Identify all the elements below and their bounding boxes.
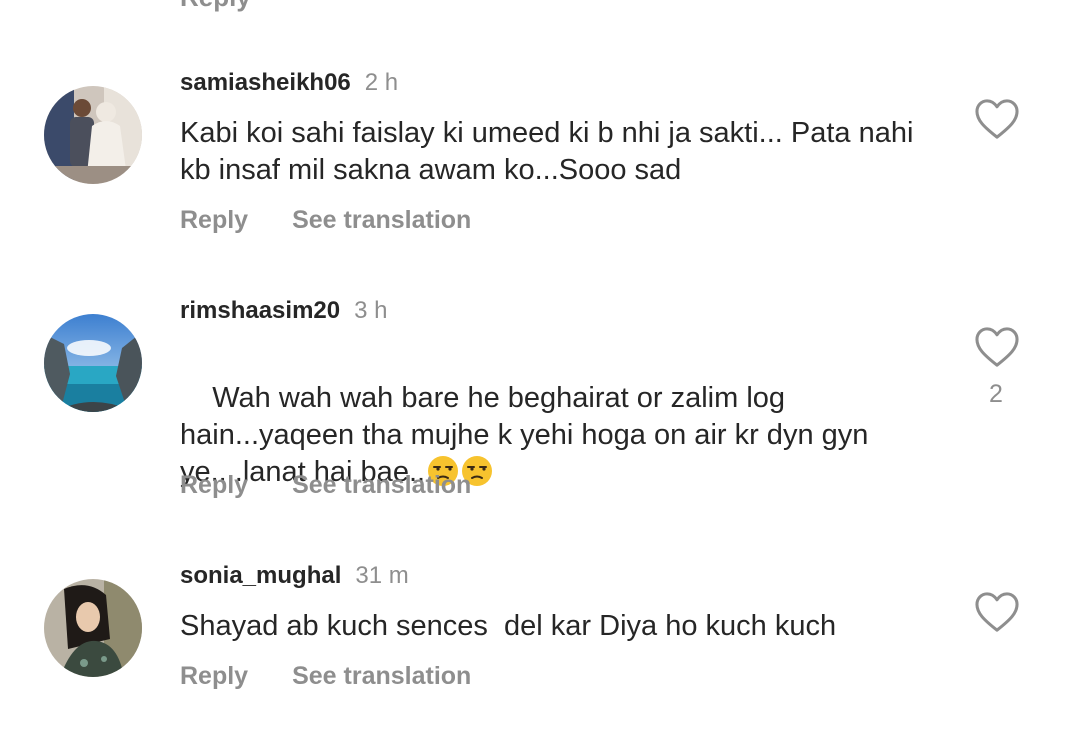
comment-header: sonia_mughal 31 m	[180, 560, 409, 592]
comment-header: samiasheikh06 2 h	[180, 67, 398, 99]
comment-text: Kabi koi sahi faislay ki umeed ki b nhi …	[180, 117, 922, 186]
reply-button[interactable]: Reply	[180, 662, 248, 690]
reply-button[interactable]: Reply	[180, 471, 248, 499]
comment-header: rimshaasim20 3 h	[180, 295, 387, 327]
avatar[interactable]	[44, 86, 142, 184]
previous-reply-button[interactable]: Reply	[180, 0, 251, 13]
avatar[interactable]	[44, 579, 142, 677]
comment-text: Shayad ab kuch sences del kar Diya ho ku…	[180, 610, 837, 642]
see-translation-button[interactable]: See translation	[292, 471, 471, 499]
reply-button[interactable]: Reply	[180, 206, 248, 234]
heart-outline-icon[interactable]	[974, 98, 1020, 140]
timestamp: 2 h	[364, 69, 399, 96]
see-translation-button[interactable]: See translation	[292, 662, 471, 690]
like-count: 2	[989, 380, 1003, 408]
username[interactable]: samiasheikh06	[180, 69, 351, 96]
see-translation-button[interactable]: See translation	[292, 206, 471, 234]
username[interactable]: sonia_mughal	[180, 562, 341, 589]
heart-outline-icon[interactable]	[974, 326, 1020, 368]
timestamp: 31 m	[355, 562, 409, 589]
heart-outline-icon[interactable]	[974, 591, 1020, 633]
comment-actions: Reply See translation	[180, 660, 471, 692]
comment-actions: Reply See translation	[180, 469, 471, 501]
comment-actions: Reply See translation	[180, 204, 471, 236]
timestamp: 3 h	[354, 297, 388, 324]
username[interactable]: rimshaasim20	[180, 297, 340, 324]
avatar[interactable]	[44, 314, 142, 412]
